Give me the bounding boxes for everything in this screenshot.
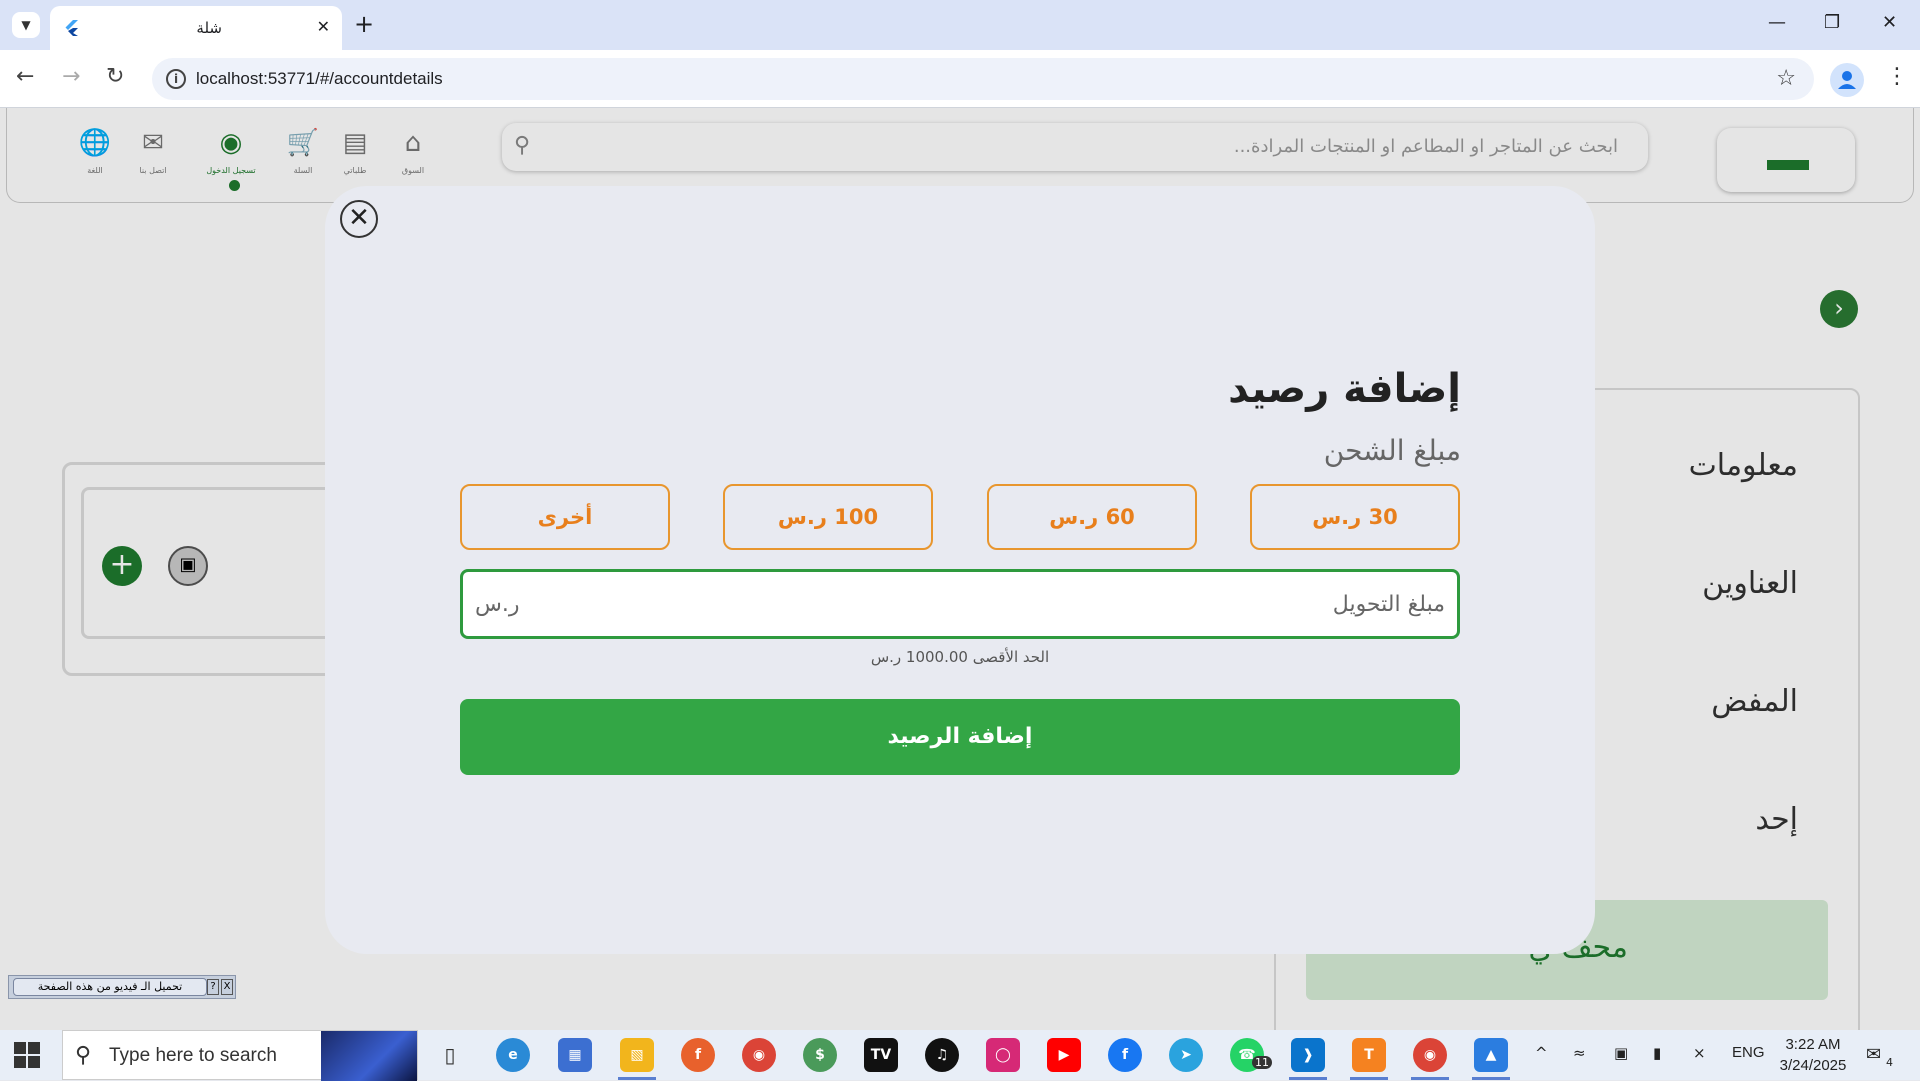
amount-option-60[interactable]: 60 ر.س [987,484,1197,550]
add-balance-submit-button[interactable]: إضافة الرصيد [460,699,1460,775]
video-download-button[interactable]: تحميل الـ فيديو من هذه الصفحة [13,978,207,996]
window-close-icon[interactable]: ✕ [1882,12,1897,33]
edge-icon[interactable]: e [496,1038,530,1072]
chrome-icon[interactable]: ◉ [742,1038,776,1072]
search-highlight-image [321,1031,417,1081]
dialog-title: إضافة رصيد [1228,366,1461,412]
notification-count: 4 [1886,1056,1893,1069]
wifi-icon[interactable]: ≈ [1573,1044,1586,1062]
chrome-active-icon[interactable]: ◉ [1413,1038,1447,1072]
person-icon [1838,71,1856,89]
photos-icon[interactable]: ▲ [1474,1038,1508,1072]
instagram-icon[interactable]: ◯ [986,1038,1020,1072]
browser-tab[interactable]: شلة ✕ [50,6,342,50]
task-view-icon[interactable]: ▯ [433,1038,467,1072]
file-explorer-icon[interactable]: ▧ [620,1038,654,1072]
notifications-icon[interactable]: ✉ [1866,1044,1881,1065]
tab-title: شلة [196,19,222,37]
facebook-icon[interactable]: f [1108,1038,1142,1072]
tab-close-icon[interactable]: ✕ [317,17,330,36]
site-info-icon[interactable]: i [166,69,186,89]
address-bar[interactable]: i localhost:53771/#/accountdetails ☆ [152,58,1814,100]
vscode-icon[interactable]: ❱ [1291,1038,1325,1072]
restore-icon[interactable]: ❐ [1824,12,1840,33]
firefox-icon[interactable]: f [681,1038,715,1072]
url-text[interactable]: localhost:53771/#/accountdetails [196,69,443,89]
close-icon[interactable]: ✕ [340,200,378,238]
transfer-amount-input[interactable]: مبلغ التحويل ر.س [460,569,1460,639]
amount-option-100[interactable]: 100 ر.س [723,484,933,550]
flutter-icon [65,20,78,36]
help-icon[interactable]: ? [207,979,219,995]
tray-expand-icon[interactable]: ^ [1535,1044,1548,1062]
reload-icon[interactable]: ↻ [106,64,124,89]
tiktok-icon[interactable]: ♫ [925,1038,959,1072]
taskbar-search-input[interactable]: ⚲ Type here to search [62,1030,418,1081]
browser-toolbar: ← → ↻ i localhost:53771/#/accountdetails… [0,50,1920,108]
widget-close-icon[interactable]: X [221,979,233,995]
max-amount-note: الحد الأقصى 1000.00 ر.س [870,648,1050,666]
taskbar-clock[interactable]: 3:22 AM 3/24/2025 [1768,1034,1858,1076]
browser-menu-icon[interactable]: ⋮ [1886,64,1908,89]
amount-placeholder: مبلغ التحويل [1332,592,1445,617]
youtube-icon[interactable]: ▶ [1047,1038,1081,1072]
browser-tab-bar: ▼ شلة ✕ + — ❐ ✕ [0,0,1920,50]
tab-search-button[interactable]: ▼ [12,12,40,38]
minimize-icon[interactable]: — [1768,12,1786,33]
store-icon[interactable]: ▦ [558,1038,592,1072]
currency-suffix: ر.س [475,592,520,617]
tradingview-icon[interactable]: TV [864,1038,898,1072]
video-download-widget: تحميل الـ فيديو من هذه الصفحة ? X [8,975,236,999]
money-app-icon[interactable]: $ [803,1038,837,1072]
add-balance-dialog: ✕ إضافة رصيد مبلغ الشحن 30 ر.س 60 ر.س 10… [325,186,1595,954]
whatsapp-badge: 11 [1252,1056,1272,1069]
back-icon[interactable]: ← [16,64,34,89]
new-tab-icon[interactable]: + [354,10,374,38]
amount-option-30[interactable]: 30 ر.س [1250,484,1460,550]
windows-taskbar: ⚲ Type here to search ▯ e ▦ ▧ f ◉ $ TV ♫… [0,1030,1920,1081]
profile-avatar[interactable] [1830,63,1864,97]
t-app-icon[interactable]: T [1352,1038,1386,1072]
volume-muted-icon[interactable]: × [1693,1044,1706,1062]
language-indicator[interactable]: ENG [1732,1044,1765,1061]
bookmark-star-icon[interactable]: ☆ [1776,66,1796,91]
search-icon: ⚲ [75,1043,92,1068]
meet-icon[interactable]: ▣ [1614,1044,1628,1062]
amount-option-other[interactable]: أخرى [460,484,670,550]
windows-start-icon[interactable] [14,1042,40,1068]
battery-icon[interactable]: ▮ [1653,1044,1661,1062]
forward-icon[interactable]: → [62,64,80,89]
telegram-icon[interactable]: ➤ [1169,1038,1203,1072]
dialog-subtitle: مبلغ الشحن [1323,434,1461,467]
